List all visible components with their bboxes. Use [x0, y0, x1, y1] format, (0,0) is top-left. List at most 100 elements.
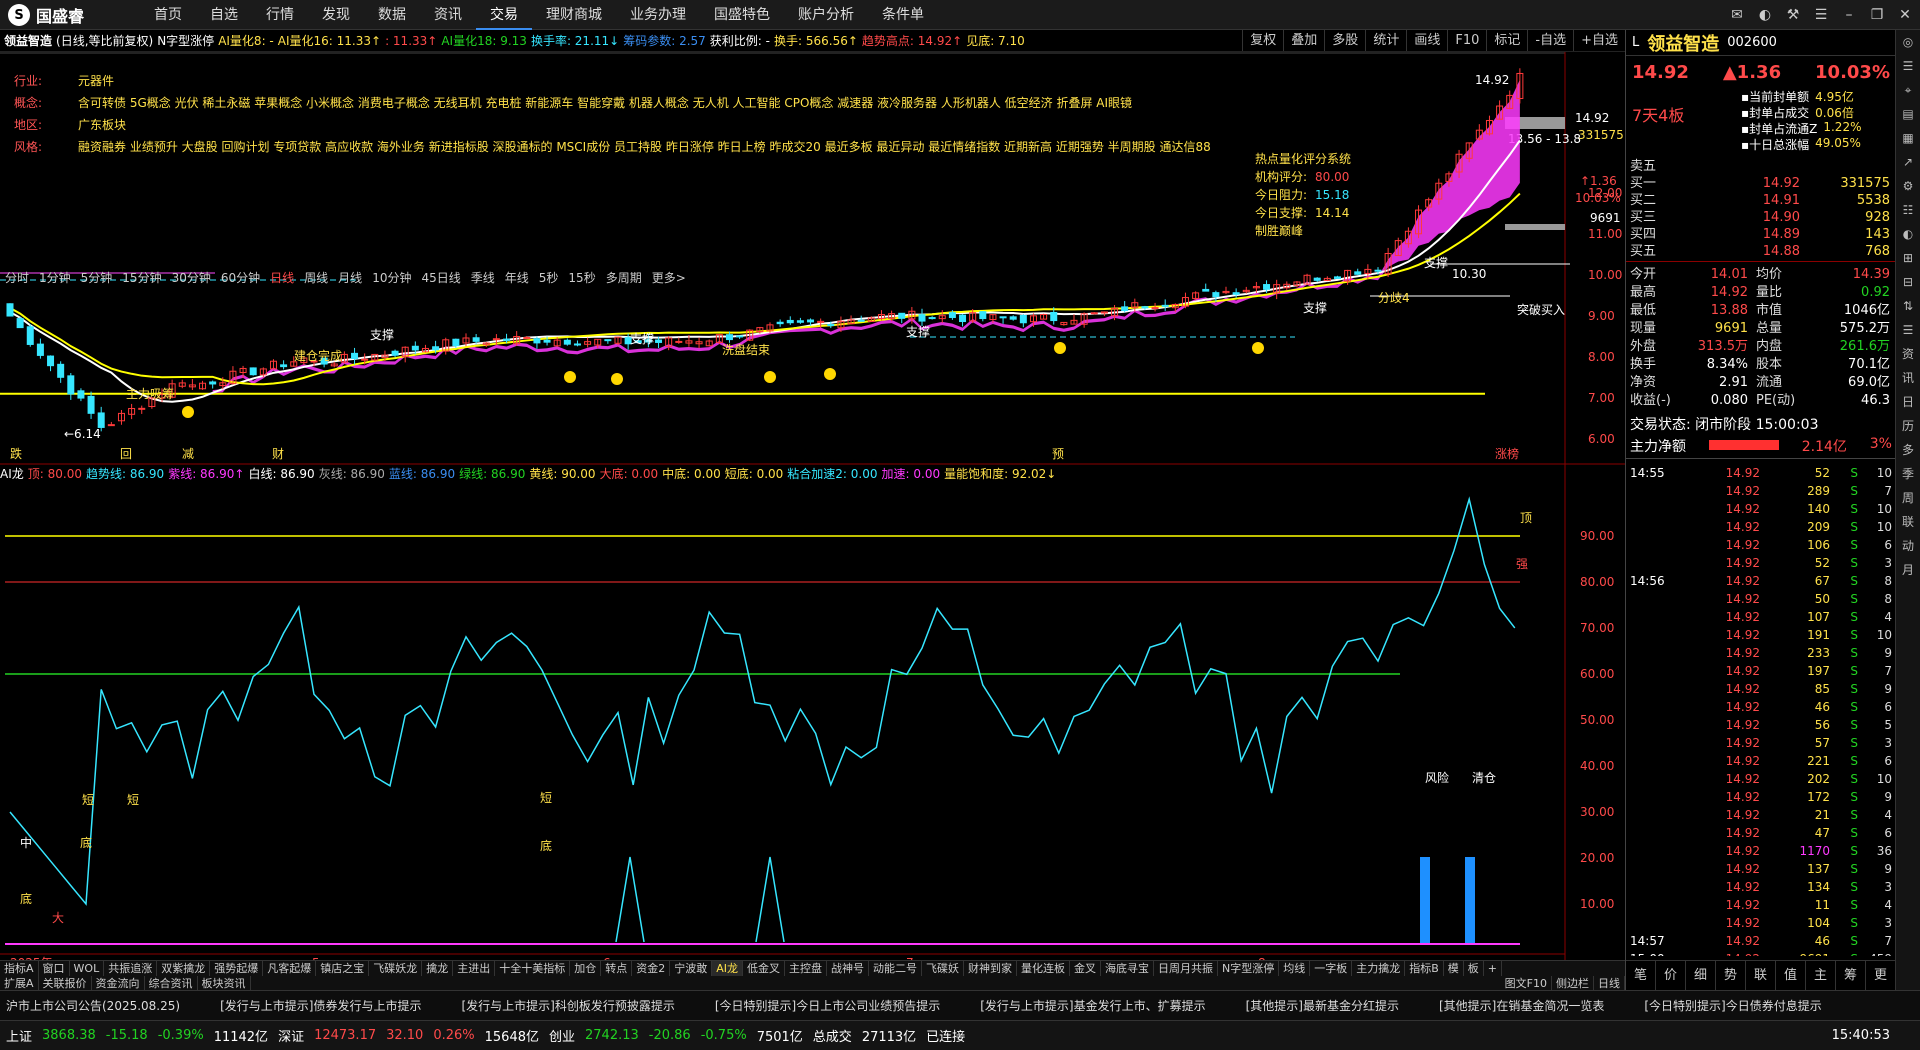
- indicator-tab[interactable]: 战神号: [827, 961, 869, 976]
- side-tool[interactable]: 月: [1896, 558, 1920, 582]
- side-tool[interactable]: ◐: [1896, 222, 1920, 246]
- side-tool[interactable]: ☰: [1896, 318, 1920, 342]
- period-tab[interactable]: 周线: [299, 268, 333, 288]
- indicator-tab[interactable]: 量化连板: [1017, 961, 1070, 976]
- restore-icon[interactable]: ❐: [1866, 4, 1888, 26]
- extension-tab[interactable]: 综合资讯: [145, 976, 198, 991]
- indicator-tab[interactable]: 加仓: [570, 961, 602, 976]
- toolbar-button[interactable]: 叠加: [1283, 30, 1324, 51]
- period-tab[interactable]: 30分钟: [167, 268, 216, 288]
- indicator-tab[interactable]: WOL: [70, 961, 105, 976]
- tool-icon[interactable]: ⚒: [1782, 4, 1804, 26]
- period-tab[interactable]: 10分钟: [367, 268, 416, 288]
- menu-item-11[interactable]: 条件单: [868, 0, 938, 30]
- toolbar-button[interactable]: 标记: [1486, 30, 1527, 51]
- indicator-tab[interactable]: 主控盘: [785, 961, 827, 976]
- indicator-tab[interactable]: 主进出: [453, 961, 496, 976]
- menu-icon[interactable]: ☰: [1810, 4, 1832, 26]
- side-tool[interactable]: 讯: [1896, 366, 1920, 390]
- indicator-name[interactable]: AI龙: [0, 465, 24, 482]
- period-tab[interactable]: 多周期: [601, 268, 647, 288]
- news-item[interactable]: [发行与上市提示]科创板发行预披露提示: [461, 997, 674, 1014]
- toolbar-button[interactable]: 复权: [1242, 30, 1283, 51]
- side-tool[interactable]: ▦: [1896, 126, 1920, 150]
- period-tab[interactable]: 季线: [466, 268, 500, 288]
- extension-tab[interactable]: 扩展A: [0, 976, 39, 991]
- panel-toggle[interactable]: 日线: [1594, 976, 1625, 991]
- indicator-tab[interactable]: 日周月共振: [1154, 961, 1218, 976]
- indicator-tab[interactable]: 金叉: [1070, 961, 1101, 976]
- news-item[interactable]: [发行与上市提示]基金发行上市、扩募提示: [980, 997, 1205, 1014]
- toolbar-button[interactable]: 多股: [1324, 30, 1365, 51]
- indicator-tab[interactable]: 十全十美指标: [495, 961, 571, 976]
- indicator-tab[interactable]: 模: [1444, 961, 1464, 976]
- period-tab[interactable]: 1分钟: [34, 268, 76, 288]
- indicator-tab[interactable]: 指标A: [0, 961, 39, 976]
- period-tab[interactable]: 分时: [0, 268, 34, 288]
- period-tab[interactable]: 60分钟: [216, 268, 265, 288]
- period-tab[interactable]: 日线: [265, 268, 299, 288]
- side-tool[interactable]: 历: [1896, 414, 1920, 438]
- close-icon[interactable]: ✕: [1894, 4, 1916, 26]
- period-tab[interactable]: 15分钟: [117, 268, 166, 288]
- menu-item-3[interactable]: 发现: [308, 0, 364, 30]
- menu-item-2[interactable]: 行情: [252, 0, 308, 30]
- indicator-tab[interactable]: +: [1484, 961, 1502, 976]
- menu-item-0[interactable]: 首页: [140, 0, 196, 30]
- menu-item-10[interactable]: 账户分析: [784, 0, 868, 30]
- quote-tab[interactable]: 细: [1686, 961, 1716, 990]
- side-tool[interactable]: ⇅: [1896, 294, 1920, 318]
- indicator-tab[interactable]: 共振追涨: [104, 961, 158, 976]
- indicator-tab[interactable]: 凡客起爆: [263, 961, 317, 976]
- toolbar-button[interactable]: F10: [1447, 30, 1486, 51]
- side-tool[interactable]: 日: [1896, 390, 1920, 414]
- panel-toggle[interactable]: 侧边栏: [1552, 976, 1594, 991]
- menu-item-4[interactable]: 数据: [364, 0, 420, 30]
- period-tab[interactable]: 5秒: [534, 268, 564, 288]
- side-tool[interactable]: 周: [1896, 486, 1920, 510]
- skin-icon[interactable]: ◐: [1754, 4, 1776, 26]
- menu-item-5[interactable]: 资讯: [420, 0, 476, 30]
- period-tab[interactable]: 15秒: [563, 268, 600, 288]
- quote-tab[interactable]: 势: [1716, 961, 1746, 990]
- minimize-icon[interactable]: –: [1838, 4, 1860, 26]
- side-tool[interactable]: ↗: [1896, 150, 1920, 174]
- indicator-tab[interactable]: 双紫擒龙: [157, 961, 211, 976]
- indicator-tab[interactable]: 镇店之宝: [316, 961, 370, 976]
- indicator-tab[interactable]: 低金叉: [743, 961, 785, 976]
- quote-tab[interactable]: 联: [1746, 961, 1776, 990]
- indicator-tab[interactable]: 海底寻宝: [1101, 961, 1154, 976]
- quote-tab[interactable]: 主: [1806, 961, 1836, 990]
- side-tool[interactable]: ☷: [1896, 198, 1920, 222]
- extension-tab[interactable]: 资金流向: [92, 976, 145, 991]
- menu-item-9[interactable]: 国盛特色: [700, 0, 784, 30]
- side-tool[interactable]: 季: [1896, 462, 1920, 486]
- news-item[interactable]: [今日特别提示]今日债券付息提示: [1644, 997, 1821, 1014]
- side-tool[interactable]: 多: [1896, 438, 1920, 462]
- extension-tab[interactable]: 关联报价: [39, 976, 92, 991]
- indicator-tab[interactable]: 宁波敢: [670, 961, 713, 976]
- side-tool[interactable]: ◎: [1896, 30, 1920, 54]
- side-tool[interactable]: ⚙: [1896, 174, 1920, 198]
- side-tool[interactable]: ⊟: [1896, 270, 1920, 294]
- news-item[interactable]: [发行与上市提示]债券发行与上市提示: [220, 997, 421, 1014]
- menu-item-1[interactable]: 自选: [196, 0, 252, 30]
- quote-tab[interactable]: 值: [1776, 961, 1806, 990]
- quote-tab[interactable]: 笔: [1626, 961, 1656, 990]
- toolbar-button[interactable]: 统计: [1365, 30, 1406, 51]
- indicator-tab[interactable]: N字型涨停: [1218, 961, 1280, 976]
- news-item[interactable]: [今日特别提示]今日上市公司业绩预告提示: [715, 997, 940, 1014]
- side-tool[interactable]: 资: [1896, 342, 1920, 366]
- news-item[interactable]: [其他提示]在销基金简况一览表: [1439, 997, 1604, 1014]
- indicator-tab[interactable]: 指标B: [1405, 961, 1444, 976]
- indicator-tab[interactable]: 财神到家: [964, 961, 1017, 976]
- news-item[interactable]: 沪市上市公司公告(2025.08.25): [6, 997, 180, 1014]
- side-tool[interactable]: 联: [1896, 510, 1920, 534]
- indicator-tab[interactable]: AI龙: [712, 961, 743, 976]
- indicator-tab[interactable]: 转点: [601, 961, 633, 976]
- toolbar-button[interactable]: -自选: [1527, 30, 1573, 51]
- indicator-tab[interactable]: 擒龙: [422, 961, 454, 976]
- indicator-tab[interactable]: 板: [1464, 961, 1484, 976]
- message-icon[interactable]: ✉: [1726, 4, 1748, 26]
- quote-tab[interactable]: 筹: [1836, 961, 1866, 990]
